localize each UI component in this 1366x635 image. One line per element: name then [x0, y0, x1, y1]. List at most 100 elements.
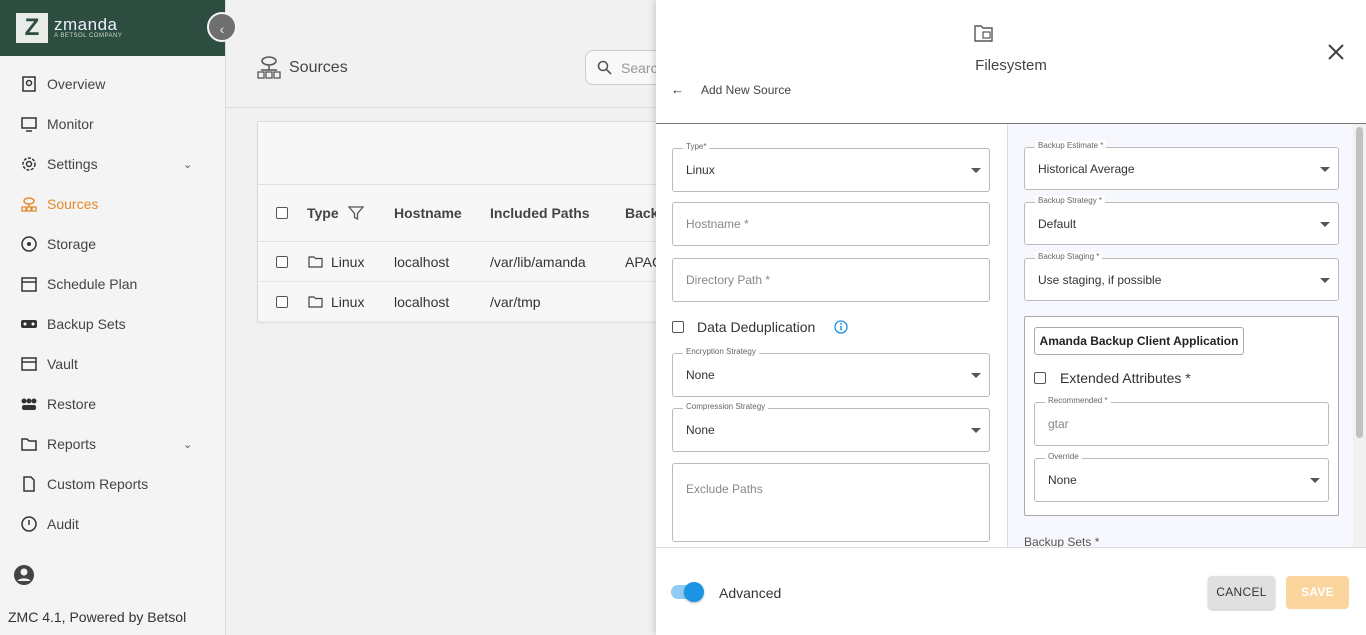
storage-icon [20, 235, 38, 253]
row-checkbox[interactable] [276, 295, 288, 308]
directory-path-input[interactable]: Directory Path * [672, 258, 990, 302]
field-value: None [1048, 473, 1077, 487]
right-form-column: Backup Estimate * Historical Average Bac… [1007, 124, 1353, 547]
brand-subtitle: A BETSOL COMPANY [54, 33, 123, 39]
field-label: Recommended * [1045, 396, 1111, 406]
sidebar-item-reports[interactable]: Reports ⌄ [0, 424, 225, 464]
user-avatar-icon[interactable] [13, 564, 35, 586]
field-label: Encryption Strategy [683, 347, 759, 357]
field-value: Default [1038, 216, 1077, 231]
compression-strategy-select[interactable]: Compression Strategy None [672, 402, 990, 452]
sidebar-item-restore[interactable]: Restore [0, 384, 225, 424]
table-row[interactable]: Linux localhost /var/lib/amanda APAC [258, 242, 676, 282]
custom-reports-icon [20, 475, 38, 493]
exclude-paths-textarea[interactable]: Exclude Paths [672, 463, 990, 542]
toggle-knob [684, 582, 704, 602]
breadcrumb: Add New Source [701, 83, 792, 97]
chevron-left-icon: ‹ [219, 21, 225, 37]
field-placeholder: Hostname * [686, 217, 749, 231]
sidebar-item-audit[interactable]: Audit [0, 504, 225, 544]
scrollbar-thumb[interactable] [1356, 127, 1363, 438]
sidebar-item-overview[interactable]: Overview [0, 64, 225, 104]
encryption-strategy-select[interactable]: Encryption Strategy None [672, 347, 990, 397]
row-checkbox[interactable] [276, 255, 288, 268]
left-form-column: Type* Linux Hostname * Directory Path * … [656, 124, 1007, 547]
sources-table: Type Hostname Included Paths Back Linux … [257, 121, 677, 322]
checkbox[interactable] [672, 321, 684, 333]
field-value: Linux [686, 163, 715, 177]
row-paths: /var/lib/amanda [490, 253, 586, 270]
panel-body: Type* Linux Hostname * Directory Path * … [656, 124, 1366, 547]
save-button[interactable]: SAVE [1286, 576, 1349, 609]
sidebar-item-label: Overview [47, 76, 106, 92]
close-icon[interactable] [1326, 42, 1346, 62]
backup-sets-label: Backup Sets * [1024, 535, 1100, 547]
column-hostname[interactable]: Hostname [394, 205, 462, 221]
sidebar-item-storage[interactable]: Storage [0, 224, 225, 264]
checkbox[interactable] [1034, 372, 1046, 384]
backup-estimate-select[interactable]: Backup Estimate * Historical Average [1024, 141, 1339, 190]
monitor-icon [20, 115, 38, 133]
sources-icon [20, 195, 38, 213]
row-type: Linux [331, 293, 365, 310]
sidebar-item-label: Reports [47, 436, 97, 452]
caret-down-icon [1320, 221, 1330, 227]
sidebar-nav: Overview Monitor Settings ⌄ Sources Stor… [0, 64, 225, 544]
caret-down-icon [1320, 166, 1330, 172]
sidebar-item-custom-reports[interactable]: Custom Reports [0, 464, 225, 504]
sidebar-item-monitor[interactable]: Monitor [0, 104, 225, 144]
backup-sets-icon [20, 315, 38, 333]
panel-title: Filesystem [975, 57, 1047, 74]
field-label: Compression Strategy [683, 402, 769, 412]
search-icon [597, 60, 612, 75]
type-select[interactable]: Type* Linux [672, 142, 990, 192]
sidebar-item-schedule-plan[interactable]: Schedule Plan [0, 264, 225, 304]
override-select[interactable]: Override None [1034, 452, 1329, 502]
table-row[interactable]: Linux localhost /var/tmp [258, 282, 676, 322]
field-label: Override [1045, 452, 1082, 462]
sidebar-item-label: Backup Sets [47, 316, 126, 332]
field-value: None [686, 368, 715, 382]
column-backup[interactable]: Back [625, 205, 658, 221]
column-included-paths[interactable]: Included Paths [490, 205, 590, 221]
sidebar-collapse-button[interactable]: ‹ [207, 12, 237, 42]
brand-header: Z zmanda A BETSOL COMPANY [0, 0, 225, 56]
panel-scrollbar[interactable] [1353, 124, 1366, 547]
backup-staging-select[interactable]: Backup Staging * Use staging, if possibl… [1024, 252, 1339, 301]
field-value: gtar [1048, 417, 1069, 431]
column-type[interactable]: Type [307, 205, 339, 221]
sidebar-item-label: Audit [47, 516, 79, 532]
filesystem-icon [974, 25, 993, 42]
sidebar-item-backup-sets[interactable]: Backup Sets [0, 304, 225, 344]
hostname-input[interactable]: Hostname * [672, 202, 990, 246]
field-value: Historical Average [1038, 161, 1135, 176]
row-hostname: localhost [394, 253, 450, 270]
client-application-button[interactable]: Amanda Backup Client Application [1034, 327, 1244, 355]
brand-name: zmanda [54, 15, 118, 34]
filter-icon[interactable] [348, 205, 364, 221]
add-source-panel: Filesystem ← Add New Source Type* Linux … [656, 0, 1366, 635]
info-icon[interactable] [834, 320, 848, 334]
panel-footer: Advanced CANCEL SAVE [656, 547, 1366, 635]
back-arrow-icon[interactable]: ← [671, 82, 684, 97]
extended-attributes-checkbox[interactable]: Extended Attributes * [1034, 370, 1191, 386]
sidebar-item-sources[interactable]: Sources [0, 184, 225, 224]
client-application-group: Amanda Backup Client Application Extende… [1024, 316, 1339, 516]
select-all-checkbox[interactable] [276, 207, 288, 219]
chevron-down-icon: ⌄ [183, 158, 193, 171]
field-label: Backup Staging * [1035, 252, 1103, 262]
sidebar-item-vault[interactable]: Vault [0, 344, 225, 384]
zmanda-logo-icon: Z [16, 13, 48, 43]
cancel-button[interactable]: CANCEL [1208, 576, 1275, 609]
field-placeholder: Directory Path * [686, 273, 771, 287]
row-paths: /var/tmp [490, 293, 541, 310]
advanced-toggle[interactable] [671, 582, 704, 602]
data-deduplication-checkbox[interactable]: Data Deduplication [672, 319, 815, 335]
chevron-down-icon: ⌄ [183, 438, 193, 451]
sidebar-item-settings[interactable]: Settings ⌄ [0, 144, 225, 184]
table-header: Type Hostname Included Paths Back [258, 184, 676, 242]
row-hostname: localhost [394, 293, 450, 310]
field-label: Backup Estimate * [1035, 141, 1107, 151]
backup-strategy-select[interactable]: Backup Strategy * Default [1024, 196, 1339, 245]
sidebar-item-label: Schedule Plan [47, 276, 138, 292]
